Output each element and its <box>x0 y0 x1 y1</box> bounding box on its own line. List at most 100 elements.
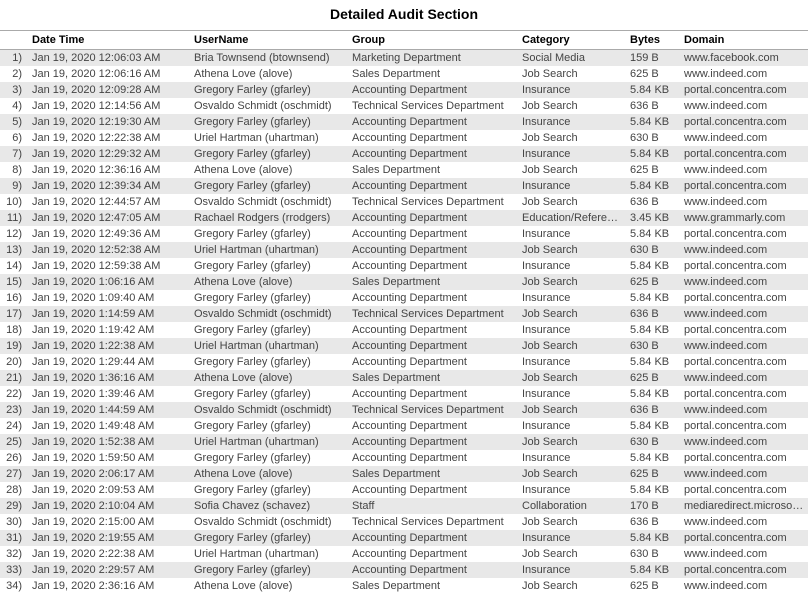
cell-group: Accounting Department <box>348 82 518 98</box>
cell-group: Staff <box>348 498 518 514</box>
cell-group: Accounting Department <box>348 450 518 466</box>
cell-bytes: 5.84 KB <box>626 258 680 274</box>
cell-group: Sales Department <box>348 162 518 178</box>
table-row[interactable]: 34)Jan 19, 2020 2:36:16 AMAthena Love (a… <box>0 578 808 594</box>
cell-group: Technical Services Department <box>348 306 518 322</box>
table-row[interactable]: 23)Jan 19, 2020 1:44:59 AMOsvaldo Schmid… <box>0 402 808 418</box>
cell-bytes: 625 B <box>626 578 680 594</box>
cell-index: 7) <box>0 146 28 162</box>
table-row[interactable]: 4)Jan 19, 2020 12:14:56 AMOsvaldo Schmid… <box>0 98 808 114</box>
cell-bytes: 636 B <box>626 306 680 322</box>
table-row[interactable]: 31)Jan 19, 2020 2:19:55 AMGregory Farley… <box>0 530 808 546</box>
table-row[interactable]: 20)Jan 19, 2020 1:29:44 AMGregory Farley… <box>0 354 808 370</box>
cell-category: Job Search <box>518 66 626 82</box>
cell-datetime: Jan 19, 2020 2:09:53 AM <box>28 482 190 498</box>
table-row[interactable]: 15)Jan 19, 2020 1:06:16 AMAthena Love (a… <box>0 274 808 290</box>
cell-category: Insurance <box>518 114 626 130</box>
cell-bytes: 5.84 KB <box>626 450 680 466</box>
col-header-category[interactable]: Category <box>518 31 626 50</box>
cell-category: Job Search <box>518 98 626 114</box>
cell-username: Gregory Farley (gfarley) <box>190 354 348 370</box>
cell-domain: www.indeed.com <box>680 466 808 482</box>
cell-index: 31) <box>0 530 28 546</box>
cell-bytes: 5.84 KB <box>626 114 680 130</box>
table-row[interactable]: 13)Jan 19, 2020 12:52:38 AMUriel Hartman… <box>0 242 808 258</box>
table-row[interactable]: 7)Jan 19, 2020 12:29:32 AMGregory Farley… <box>0 146 808 162</box>
cell-domain: www.indeed.com <box>680 162 808 178</box>
cell-username: Sofia Chavez (schavez) <box>190 498 348 514</box>
table-row[interactable]: 27)Jan 19, 2020 2:06:17 AMAthena Love (a… <box>0 466 808 482</box>
cell-bytes: 630 B <box>626 434 680 450</box>
cell-domain: www.indeed.com <box>680 402 808 418</box>
table-row[interactable]: 30)Jan 19, 2020 2:15:00 AMOsvaldo Schmid… <box>0 514 808 530</box>
table-row[interactable]: 10)Jan 19, 2020 12:44:57 AMOsvaldo Schmi… <box>0 194 808 210</box>
cell-datetime: Jan 19, 2020 12:09:28 AM <box>28 82 190 98</box>
col-header-username[interactable]: UserName <box>190 31 348 50</box>
cell-domain: portal.concentra.com <box>680 386 808 402</box>
col-header-domain[interactable]: Domain <box>680 31 808 50</box>
cell-index: 11) <box>0 210 28 226</box>
cell-domain: portal.concentra.com <box>680 258 808 274</box>
cell-index: 12) <box>0 226 28 242</box>
table-row[interactable]: 26)Jan 19, 2020 1:59:50 AMGregory Farley… <box>0 450 808 466</box>
table-row[interactable]: 2)Jan 19, 2020 12:06:16 AMAthena Love (a… <box>0 66 808 82</box>
table-row[interactable]: 12)Jan 19, 2020 12:49:36 AMGregory Farle… <box>0 226 808 242</box>
cell-group: Sales Department <box>348 370 518 386</box>
table-row[interactable]: 18)Jan 19, 2020 1:19:42 AMGregory Farley… <box>0 322 808 338</box>
table-row[interactable]: 16)Jan 19, 2020 1:09:40 AMGregory Farley… <box>0 290 808 306</box>
table-row[interactable]: 28)Jan 19, 2020 2:09:53 AMGregory Farley… <box>0 482 808 498</box>
table-row[interactable]: 21)Jan 19, 2020 1:36:16 AMAthena Love (a… <box>0 370 808 386</box>
table-row[interactable]: 5)Jan 19, 2020 12:19:30 AMGregory Farley… <box>0 114 808 130</box>
table-row[interactable]: 9)Jan 19, 2020 12:39:34 AMGregory Farley… <box>0 178 808 194</box>
table-row[interactable]: 17)Jan 19, 2020 1:14:59 AMOsvaldo Schmid… <box>0 306 808 322</box>
cell-category: Insurance <box>518 258 626 274</box>
col-header-bytes[interactable]: Bytes <box>626 31 680 50</box>
cell-datetime: Jan 19, 2020 1:52:38 AM <box>28 434 190 450</box>
cell-domain: portal.concentra.com <box>680 530 808 546</box>
cell-username: Gregory Farley (gfarley) <box>190 322 348 338</box>
cell-index: 18) <box>0 322 28 338</box>
cell-index: 28) <box>0 482 28 498</box>
cell-index: 24) <box>0 418 28 434</box>
col-header-datetime[interactable]: Date Time <box>28 31 190 50</box>
table-row[interactable]: 3)Jan 19, 2020 12:09:28 AMGregory Farley… <box>0 82 808 98</box>
table-row[interactable]: 22)Jan 19, 2020 1:39:46 AMGregory Farley… <box>0 386 808 402</box>
table-row[interactable]: 25)Jan 19, 2020 1:52:38 AMUriel Hartman … <box>0 434 808 450</box>
col-header-group[interactable]: Group <box>348 31 518 50</box>
cell-bytes: 630 B <box>626 546 680 562</box>
cell-group: Accounting Department <box>348 386 518 402</box>
cell-datetime: Jan 19, 2020 12:47:05 AM <box>28 210 190 226</box>
cell-domain: portal.concentra.com <box>680 482 808 498</box>
table-row[interactable]: 11)Jan 19, 2020 12:47:05 AMRachael Rodge… <box>0 210 808 226</box>
cell-domain: www.grammarly.com <box>680 210 808 226</box>
cell-datetime: Jan 19, 2020 2:10:04 AM <box>28 498 190 514</box>
cell-group: Technical Services Department <box>348 402 518 418</box>
table-row[interactable]: 14)Jan 19, 2020 12:59:38 AMGregory Farle… <box>0 258 808 274</box>
table-row[interactable]: 19)Jan 19, 2020 1:22:38 AMUriel Hartman … <box>0 338 808 354</box>
cell-index: 3) <box>0 82 28 98</box>
cell-group: Accounting Department <box>348 146 518 162</box>
cell-category: Job Search <box>518 194 626 210</box>
cell-category: Job Search <box>518 514 626 530</box>
table-row[interactable]: 1)Jan 19, 2020 12:06:03 AMBria Townsend … <box>0 50 808 67</box>
cell-index: 1) <box>0 50 28 67</box>
table-row[interactable]: 6)Jan 19, 2020 12:22:38 AMUriel Hartman … <box>0 130 808 146</box>
cell-datetime: Jan 19, 2020 1:49:48 AM <box>28 418 190 434</box>
table-row[interactable]: 33)Jan 19, 2020 2:29:57 AMGregory Farley… <box>0 562 808 578</box>
cell-domain: www.indeed.com <box>680 514 808 530</box>
col-header-index[interactable] <box>0 31 28 50</box>
table-row[interactable]: 32)Jan 19, 2020 2:22:38 AMUriel Hartman … <box>0 546 808 562</box>
cell-username: Athena Love (alove) <box>190 66 348 82</box>
cell-domain: www.indeed.com <box>680 434 808 450</box>
table-row[interactable]: 29)Jan 19, 2020 2:10:04 AMSofia Chavez (… <box>0 498 808 514</box>
cell-bytes: 159 B <box>626 50 680 67</box>
table-row[interactable]: 24)Jan 19, 2020 1:49:48 AMGregory Farley… <box>0 418 808 434</box>
cell-category: Insurance <box>518 82 626 98</box>
cell-datetime: Jan 19, 2020 12:19:30 AM <box>28 114 190 130</box>
cell-domain: www.indeed.com <box>680 242 808 258</box>
cell-username: Osvaldo Schmidt (oschmidt) <box>190 514 348 530</box>
table-row[interactable]: 8)Jan 19, 2020 12:36:16 AMAthena Love (a… <box>0 162 808 178</box>
cell-domain: www.indeed.com <box>680 130 808 146</box>
cell-index: 29) <box>0 498 28 514</box>
cell-group: Sales Department <box>348 578 518 594</box>
